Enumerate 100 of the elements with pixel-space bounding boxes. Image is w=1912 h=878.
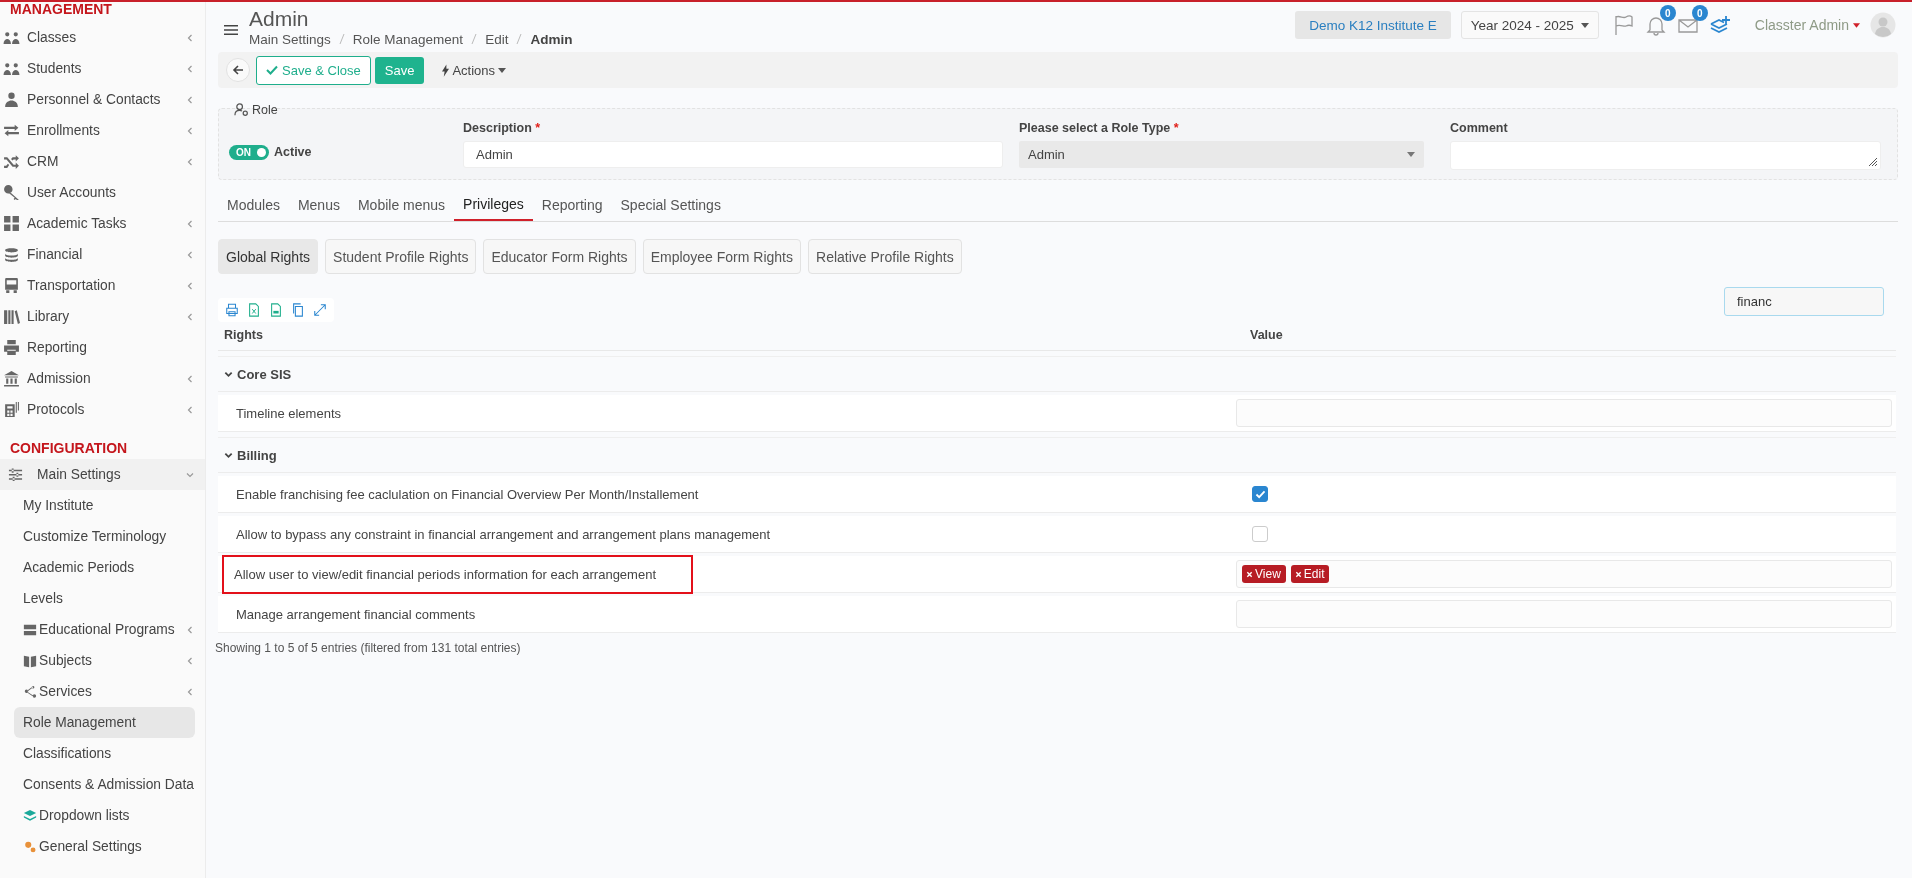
caret-icon[interactable] (1853, 22, 1860, 28)
nav-item[interactable]: Reporting (0, 332, 205, 363)
people-icon (3, 60, 20, 77)
nav-item[interactable]: CRM (0, 146, 205, 177)
breadcrumb-link[interactable]: Edit (485, 31, 509, 47)
nav-item[interactable]: Consents & Admission Data (0, 769, 205, 800)
nav-item[interactable]: Subjects (0, 645, 205, 676)
print-icon[interactable] (225, 303, 239, 317)
institute-button[interactable]: Demo K12 Institute E (1295, 11, 1451, 39)
excel-file-icon[interactable] (247, 303, 261, 317)
chevron-left-icon (185, 63, 195, 74)
csv-file-icon[interactable] (269, 303, 283, 317)
nav-item[interactable]: Admission (0, 363, 205, 394)
tag[interactable]: View (1242, 565, 1286, 583)
nav-item[interactable]: Customize Terminology (0, 521, 205, 552)
layers-icon (23, 808, 37, 823)
field-label: Description (463, 121, 532, 135)
nav-item[interactable]: Services (0, 676, 205, 707)
tab[interactable]: Reporting (532, 189, 612, 221)
nav-item[interactable]: Financial (0, 239, 205, 270)
nav-item[interactable]: My Institute (0, 490, 205, 521)
layers-plus-icon[interactable] (1708, 14, 1731, 36)
actions-button[interactable]: Actions (436, 61, 513, 79)
field-label: Comment (1450, 121, 1508, 135)
caret-icon (1407, 152, 1415, 157)
slash-icon (338, 33, 345, 45)
sub-tab[interactable]: Employee Form Rights (642, 239, 801, 274)
description-field[interactable]: Admin (463, 141, 1003, 168)
tab[interactable]: Mobile menus (348, 189, 455, 221)
checkbox[interactable] (1252, 526, 1268, 542)
chevron-left-icon (185, 218, 195, 229)
server-icon (23, 622, 37, 637)
nav-item[interactable]: Library (0, 301, 205, 332)
nav-item[interactable]: Academic Periods (0, 552, 205, 583)
field-label: Please select a Role Type (1019, 121, 1171, 135)
search-field[interactable]: financ (1724, 287, 1884, 316)
bell-icon[interactable] (1644, 14, 1667, 36)
right-name: Enable franchising fee caclulation on Financial Overview Per Month/Installement (235, 486, 699, 502)
section-title: MANAGEMENT (9, 2, 113, 19)
nav-item[interactable]: Students (0, 53, 205, 84)
chevron-left-icon (185, 404, 195, 415)
calculator-icon (3, 401, 20, 418)
caret-icon (498, 67, 507, 73)
nav-item[interactable]: User Accounts (0, 177, 205, 208)
tab[interactable]: Modules (218, 189, 289, 221)
comment-field[interactable] (1450, 141, 1881, 170)
sub-tab[interactable]: Global Rights (218, 239, 319, 274)
copy-icon[interactable] (291, 303, 305, 317)
chevron-left-icon (185, 32, 195, 43)
back-button[interactable] (226, 58, 250, 82)
nav-item[interactable]: Personnel & Contacts (0, 84, 205, 115)
resize-grip-icon[interactable] (1868, 157, 1878, 167)
chevron-left-icon (185, 686, 195, 697)
nav-item[interactable]: General Settings (0, 831, 205, 862)
nav-item[interactable]: Role Management (14, 707, 195, 738)
chevron-left-icon (185, 156, 195, 167)
nav-item[interactable]: Educational Programs (0, 614, 205, 645)
slash-icon (516, 33, 523, 45)
tag[interactable]: Edit (1290, 565, 1330, 583)
sub-tab[interactable]: Educator Form Rights (483, 239, 636, 274)
nav-item[interactable]: Main Settings (0, 459, 205, 490)
printer-icon (3, 339, 20, 356)
nav-item[interactable]: Enrollments (0, 115, 205, 146)
tab[interactable]: Menus (288, 189, 349, 221)
flag-icon[interactable] (1612, 14, 1635, 36)
checkbox[interactable] (1252, 486, 1268, 502)
nav-item[interactable]: Dropdown lists (0, 800, 205, 831)
year-select[interactable]: Year 2024 - 2025 (1460, 11, 1599, 39)
nav-item[interactable]: Classifications (0, 738, 205, 769)
arrows-icon (3, 122, 20, 139)
close-icon[interactable] (1294, 570, 1302, 578)
breadcrumb-link[interactable]: Role Management (352, 31, 464, 47)
sub-tab[interactable]: Student Profile Rights (325, 239, 477, 274)
nav-item[interactable]: Levels (0, 583, 205, 614)
value-field[interactable]: View Edit (1236, 560, 1892, 588)
nav-item[interactable]: Transportation (0, 270, 205, 301)
column-header: Rights (223, 328, 264, 342)
group-row[interactable]: Billing (218, 437, 1896, 473)
breadcrumb-link[interactable]: Main Settings (249, 31, 331, 47)
active-label: Active (274, 145, 312, 159)
menu-icon[interactable] (224, 24, 238, 36)
sub-tab[interactable]: Relative Profile Rights (808, 239, 962, 274)
column-header: Value (1249, 328, 1284, 342)
books-icon (3, 308, 20, 325)
nav-item[interactable]: Academic Tasks (0, 208, 205, 239)
tab[interactable]: Special Settings (611, 189, 730, 221)
key-icon (3, 184, 20, 201)
person-icon (3, 91, 20, 108)
coins-icon (3, 246, 20, 263)
nav-item[interactable]: Classes (0, 22, 205, 53)
group-row[interactable]: Core SIS (218, 356, 1896, 392)
page-title: Admin (249, 5, 310, 32)
role-type-select[interactable]: Admin (1019, 141, 1424, 168)
chevron-left-icon (185, 125, 195, 136)
check-icon (266, 65, 278, 75)
tab[interactable]: Privileges (454, 189, 533, 221)
close-icon[interactable] (1246, 570, 1253, 578)
nav-item[interactable]: Protocols (0, 394, 205, 425)
right-name: Allow to bypass any constraint in financial arrangement and arrangement plans management (235, 526, 771, 542)
expand-icon[interactable] (313, 303, 327, 317)
